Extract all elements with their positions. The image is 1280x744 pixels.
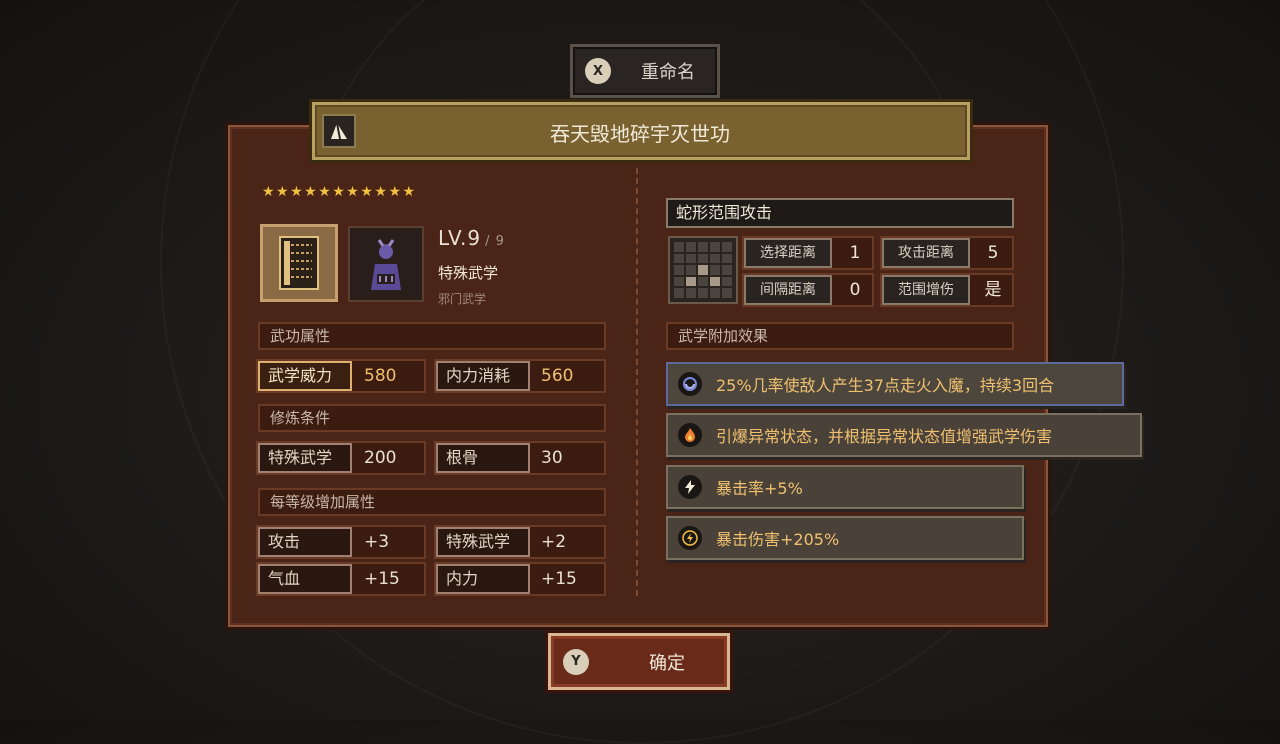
lvl-label-attack[interactable]: 攻击	[258, 527, 352, 557]
rating-stars: ★★★★★★★★★★★	[262, 184, 417, 200]
confirm-button-label: 确定	[649, 652, 685, 674]
range-label-select[interactable]: 选择距离	[744, 238, 832, 268]
attack-pattern-name: 蛇形范围攻击	[666, 198, 1014, 228]
effect-item[interactable]: 引爆异常状态，并根据异常状态值增强武学伤害	[666, 413, 1142, 457]
lightning-icon	[678, 475, 702, 499]
attack-range-grid-icon	[668, 236, 738, 304]
section-requirements: 修炼条件	[258, 404, 606, 432]
effect-item[interactable]: 暴击率+5%	[666, 465, 1024, 509]
range-label-interval[interactable]: 间隔距离	[744, 275, 832, 305]
lvl-label-hp[interactable]: 气血	[258, 564, 352, 594]
range-value-interval: 0	[849, 280, 861, 300]
range-value-select: 1	[849, 243, 861, 263]
confirm-button[interactable]: Y 确定	[548, 633, 730, 690]
section-attributes: 武功属性	[258, 322, 606, 350]
effect-text: 暴击伤害+205%	[716, 530, 840, 549]
req-label-special[interactable]: 特殊武学	[258, 443, 352, 473]
y-key-icon: Y	[563, 648, 589, 675]
lvl-label-mp[interactable]: 内力	[436, 564, 530, 594]
scroll-book-icon[interactable]	[260, 224, 338, 302]
section-per-level: 每等级增加属性	[258, 488, 606, 516]
skill-type: 特殊武学	[438, 264, 499, 282]
effect-text: 25%几率使敌人产生37点走火入魔，持续3回合	[716, 376, 1055, 395]
stat-value-power: 580	[364, 366, 397, 386]
fire-icon	[678, 423, 702, 447]
rename-button-label: 重命名	[641, 62, 695, 83]
effect-text: 暴击率+5%	[716, 479, 803, 498]
stat-label-power[interactable]: 武学威力	[258, 361, 352, 391]
req-value-bone: 30	[541, 448, 563, 468]
effect-item[interactable]: 暴击伤害+205%	[666, 516, 1024, 560]
range-value-attack: 5	[987, 243, 999, 263]
level-max: / 9	[485, 234, 505, 249]
x-key-icon: X	[585, 58, 611, 84]
skill-subtype: 邪门武学	[438, 292, 487, 306]
lvl-value-special: +2	[541, 532, 567, 552]
character-portrait-icon	[348, 226, 424, 302]
req-label-bone[interactable]: 根骨	[436, 443, 530, 473]
column-divider	[636, 168, 638, 596]
rename-button[interactable]: X 重命名	[570, 44, 720, 98]
effect-text: 引爆异常状态，并根据异常状态值增强武学伤害	[716, 427, 1053, 446]
level-value: LV.9	[438, 226, 482, 250]
range-label-bonus[interactable]: 范围增伤	[882, 275, 970, 305]
lvl-value-hp: +15	[364, 569, 400, 589]
effect-item[interactable]: 25%几率使敌人产生37点走火入魔，持续3回合	[666, 362, 1124, 406]
req-value-special: 200	[364, 448, 397, 468]
level-display: LV.9/ 9	[438, 226, 505, 250]
martial-art-type-icon	[322, 114, 356, 148]
range-label-attack[interactable]: 攻击距离	[882, 238, 970, 268]
swirl-icon	[678, 372, 702, 396]
lightning-circle-icon	[678, 526, 702, 550]
lvl-value-attack: +3	[364, 532, 390, 552]
lvl-label-special[interactable]: 特殊武学	[436, 527, 530, 557]
range-value-bonus: 是	[984, 280, 1002, 300]
stat-value-mp-cost: 560	[541, 366, 574, 386]
stat-label-mp-cost[interactable]: 内力消耗	[436, 361, 530, 391]
lvl-value-mp: +15	[541, 569, 577, 589]
section-effects: 武学附加效果	[666, 322, 1014, 350]
skill-title: 吞天毁地碎宇灭世功	[550, 122, 730, 146]
